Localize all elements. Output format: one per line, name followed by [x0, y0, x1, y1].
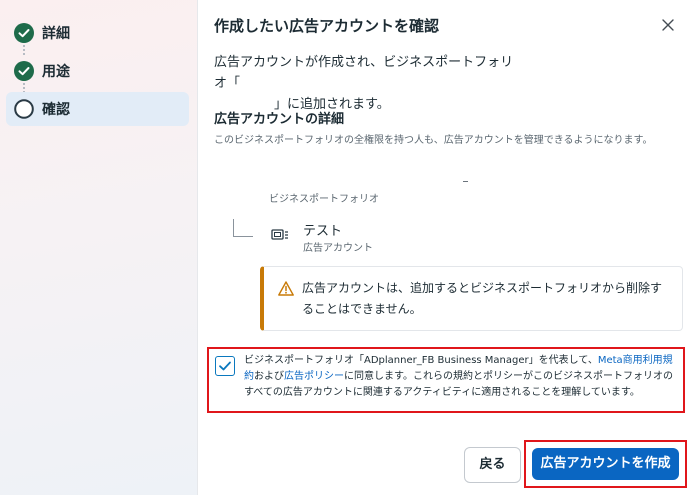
warning-text: 広告アカウントは、追加するとビジネスポートフォリオから削除することはできません。: [302, 281, 663, 316]
step-confirm-label: 確認: [42, 102, 70, 118]
divider-mark: [463, 181, 468, 182]
back-button[interactable]: 戻る: [464, 447, 521, 483]
dialog-description: 広告アカウントが作成され、ビジネスポートフォリオ「 」に追加されます。: [214, 52, 514, 115]
check-circle-icon: [14, 61, 34, 81]
ad-account-icon: [271, 229, 288, 240]
step-sidebar: 詳細 用途 確認: [0, 0, 198, 495]
step-confirm[interactable]: 確認: [6, 92, 189, 126]
step-purpose-label: 用途: [42, 64, 70, 80]
consent-text-2: および: [254, 371, 284, 382]
confirm-dialog: 作成したい広告アカウントを確認 広告アカウントが作成され、ビジネスポートフォリオ…: [198, 0, 695, 495]
create-ad-account-button[interactable]: 広告アカウントを作成: [532, 448, 679, 480]
ad-account-type: 広告アカウント: [303, 243, 373, 254]
empty-circle-icon: [14, 99, 34, 119]
consent-text-1: ビジネスポートフォリオ「ADplanner_FB Business Manage…: [244, 355, 598, 366]
details-heading: 広告アカウントの詳細: [214, 112, 345, 127]
details-subtext: このビジネスポートフォリオの全権限を持つ人も、広告アカウントを管理できるようにな…: [214, 135, 653, 146]
description-line-1: 広告アカウントが作成され、ビジネスポートフォリオ「: [214, 55, 514, 91]
step-details[interactable]: 詳細: [6, 16, 189, 50]
close-icon[interactable]: [660, 17, 676, 33]
dialog-title: 作成したい広告アカウントを確認: [214, 17, 440, 35]
consent-checkbox[interactable]: [215, 356, 235, 376]
step-purpose[interactable]: 用途: [6, 54, 189, 88]
consent-text: ビジネスポートフォリオ「ADplanner_FB Business Manage…: [244, 353, 679, 401]
create-button-highlight: 広告アカウントを作成: [524, 440, 687, 488]
warning-icon: [278, 281, 294, 296]
ad-account-name: テスト: [303, 224, 343, 239]
ad-policy-link[interactable]: 広告ポリシー: [284, 371, 344, 382]
portfolio-label: ビジネスポートフォリオ: [269, 194, 379, 205]
check-circle-icon: [14, 23, 34, 43]
step-details-label: 詳細: [42, 26, 70, 42]
checkmark-icon: [219, 361, 231, 371]
tree-connector: [233, 219, 253, 237]
warning-banner: 広告アカウントは、追加するとビジネスポートフォリオから削除することはできません。: [260, 266, 683, 331]
consent-section: ビジネスポートフォリオ「ADplanner_FB Business Manage…: [207, 347, 685, 413]
